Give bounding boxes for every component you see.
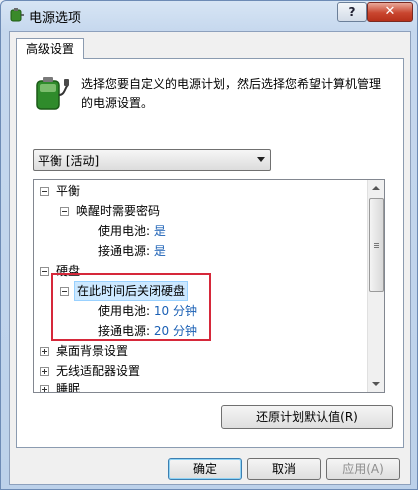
chevron-down-icon bbox=[257, 157, 265, 162]
window-title: 电源选项 bbox=[29, 11, 82, 26]
ok-button[interactable]: 确定 bbox=[168, 458, 242, 480]
expand-icon[interactable] bbox=[40, 385, 49, 392]
collapse-icon[interactable] bbox=[60, 207, 69, 216]
grip-icon bbox=[374, 243, 379, 244]
tree-item-label-selected: 在此时间后关闭硬盘 bbox=[74, 281, 189, 301]
apply-button[interactable]: 应用(A) bbox=[326, 458, 400, 480]
collapse-icon[interactable] bbox=[60, 287, 69, 296]
collapse-icon[interactable] bbox=[40, 267, 49, 276]
collapse-icon[interactable] bbox=[40, 187, 49, 196]
tree-item-label: 无线适配器设置 bbox=[56, 364, 141, 378]
title-bar[interactable]: 电源选项 ? ✕ bbox=[1, 1, 417, 29]
setting-value[interactable]: 是 bbox=[154, 224, 166, 238]
expand-icon[interactable] bbox=[40, 347, 49, 356]
power-plan-selected: 平衡 [活动] bbox=[38, 154, 100, 168]
tree-item-plugged-in[interactable]: 接通电源: 是 bbox=[98, 242, 166, 260]
tree-item-label: 平衡 bbox=[56, 184, 81, 198]
expand-icon[interactable] bbox=[40, 367, 49, 376]
tree-item-label: 桌面背景设置 bbox=[56, 344, 129, 358]
tree-item-on-battery[interactable]: 使用电池: 是 bbox=[98, 222, 166, 240]
setting-value[interactable]: 10 分钟 bbox=[154, 304, 197, 318]
close-button[interactable]: ✕ bbox=[367, 2, 413, 22]
power-options-window: 电源选项 ? ✕ 高级设置 选择您要自定义的电源计划，然后选择您希望计算机管理的… bbox=[0, 0, 418, 490]
power-options-icon bbox=[10, 8, 24, 22]
dialog-client-area: 高级设置 选择您要自定义的电源计划，然后选择您希望计算机管理的电源设置。 平衡 … bbox=[9, 31, 411, 485]
setting-label: 接通电源: bbox=[98, 244, 151, 258]
help-button[interactable]: ? bbox=[337, 2, 367, 22]
description-text: 选择您要自定义的电源计划，然后选择您希望计算机管理的电源设置。 bbox=[81, 77, 382, 110]
scroll-thumb[interactable] bbox=[369, 198, 384, 292]
setting-label: 使用电池: bbox=[98, 224, 151, 238]
setting-label: 接通电源: bbox=[98, 324, 151, 338]
tree-item-label: 唤醒时需要密码 bbox=[76, 204, 161, 218]
setting-value[interactable]: 20 分钟 bbox=[154, 324, 197, 338]
cancel-button[interactable]: 取消 bbox=[247, 458, 321, 480]
tree-item-label: 睡眠 bbox=[56, 382, 81, 393]
tree-item-plugged-in[interactable]: 接通电源: 20 分钟 bbox=[98, 322, 197, 340]
tab-advanced-settings[interactable]: 高级设置 bbox=[16, 38, 84, 59]
scroll-down-arrow-icon[interactable] bbox=[368, 376, 384, 392]
power-plan-select[interactable]: 平衡 [活动] bbox=[33, 149, 271, 171]
setting-label: 使用电池: bbox=[98, 304, 151, 318]
advanced-settings-panel: 选择您要自定义的电源计划，然后选择您希望计算机管理的电源设置。 平衡 [活动] … bbox=[16, 58, 404, 448]
settings-tree[interactable]: 平衡 唤醒时需要密码 使用电池: 是 接通电源: 是 硬盘 在此时间后关闭硬盘 … bbox=[33, 179, 385, 393]
tree-item-label: 硬盘 bbox=[56, 264, 81, 278]
tree-scrollbar[interactable] bbox=[367, 180, 384, 392]
battery-plug-icon bbox=[36, 77, 69, 110]
tree-item-on-battery[interactable]: 使用电池: 10 分钟 bbox=[98, 302, 197, 320]
setting-value[interactable]: 是 bbox=[154, 244, 166, 258]
restore-defaults-button[interactable]: 还原计划默认值(R) bbox=[221, 405, 393, 429]
scroll-up-arrow-icon[interactable] bbox=[368, 180, 384, 196]
